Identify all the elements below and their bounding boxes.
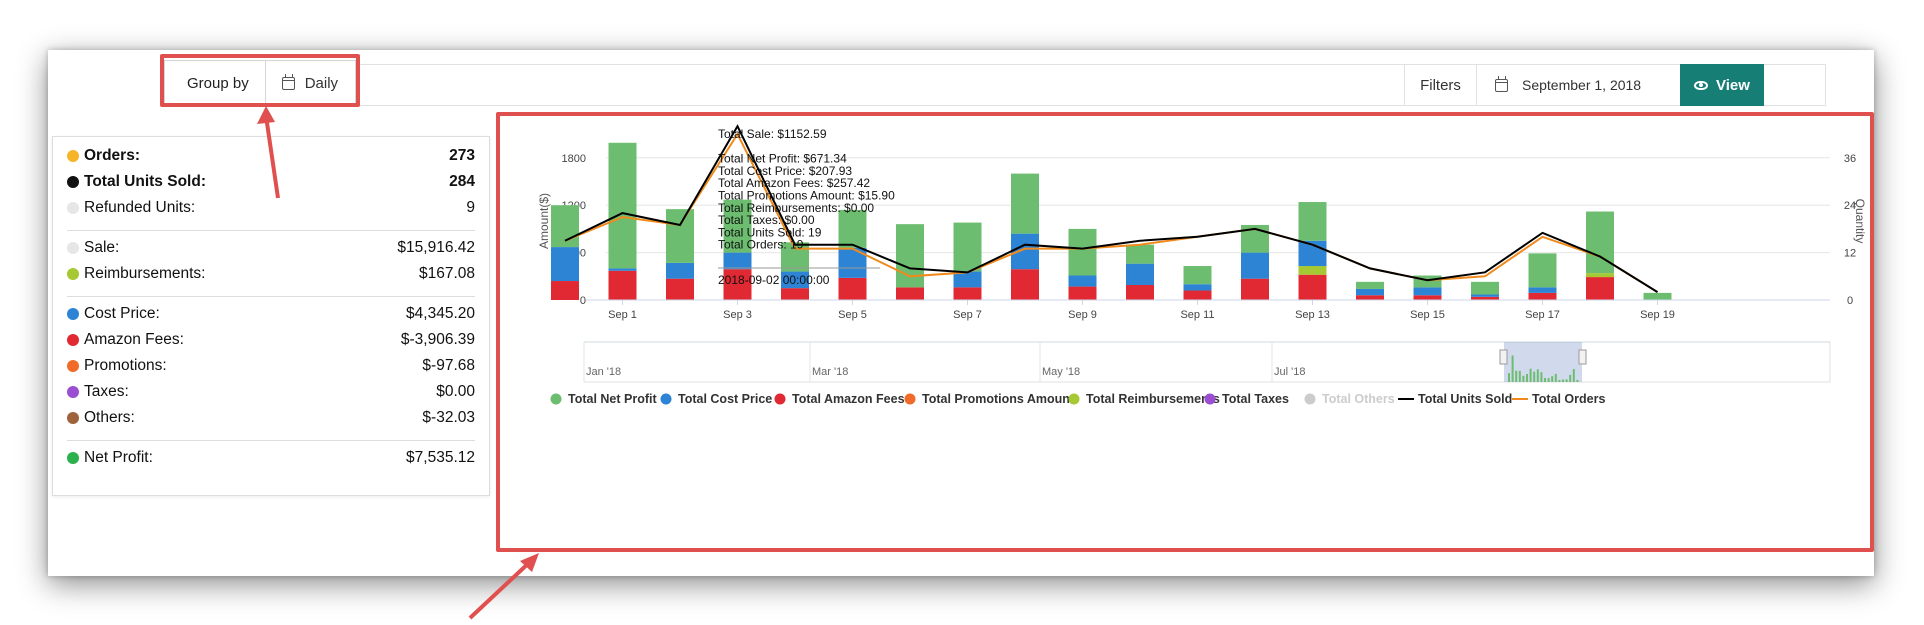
- arrow-line-chart: [468, 558, 534, 620]
- arrow-head-group-by: [257, 106, 275, 124]
- annotation-arrows: [257, 106, 539, 620]
- arrow-line-group-by: [264, 115, 280, 199]
